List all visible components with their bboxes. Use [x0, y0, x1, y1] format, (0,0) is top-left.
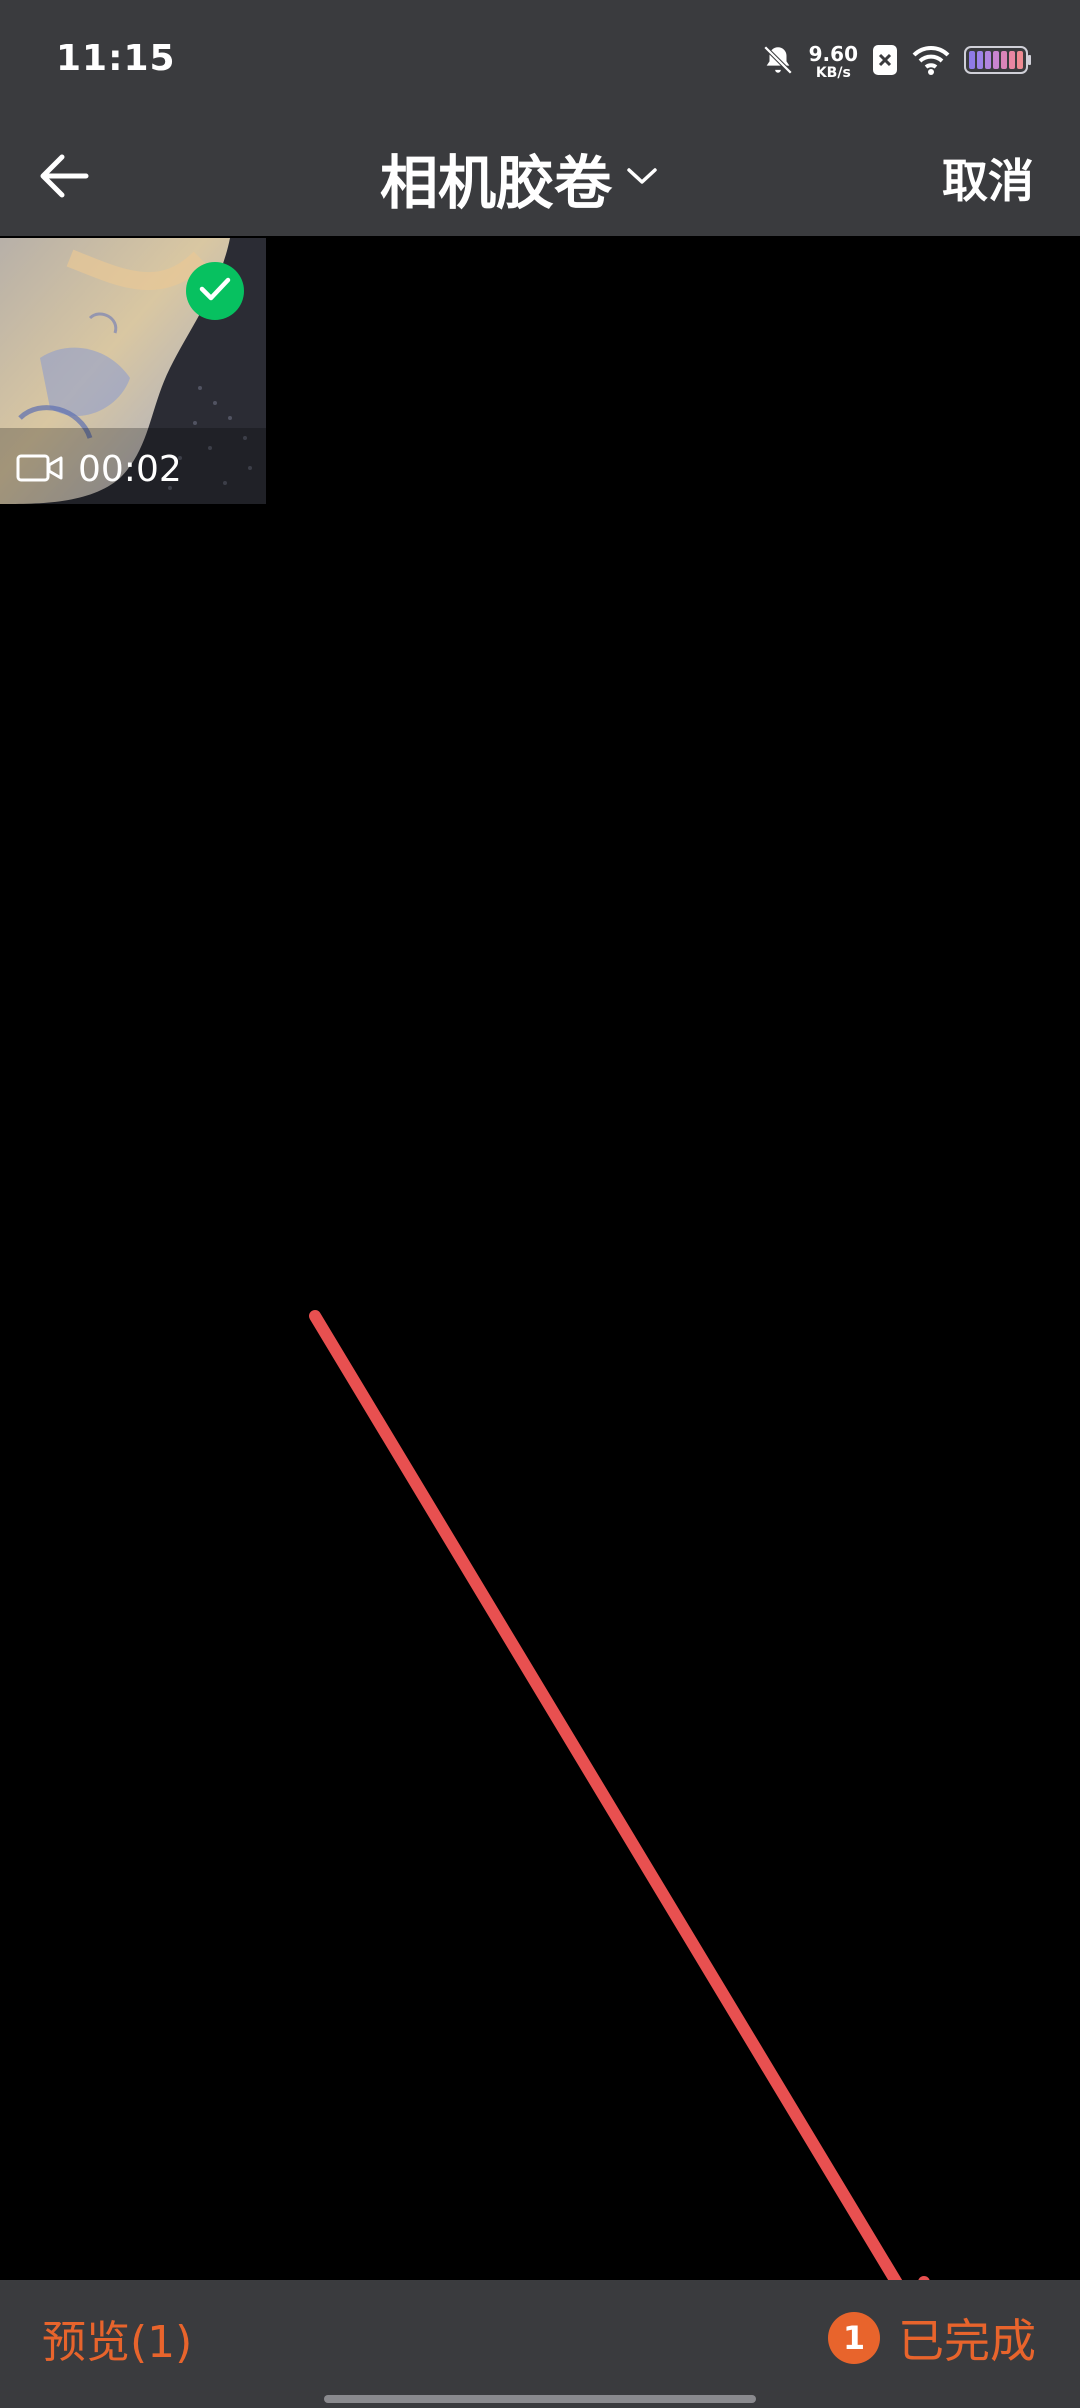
battery-icon [964, 46, 1032, 78]
title-bar: 相机胶卷 取消 [0, 120, 1080, 236]
page-title: 相机胶卷 [380, 149, 613, 217]
media-thumbnail[interactable]: 00:02 [0, 238, 266, 504]
wifi-icon [912, 45, 950, 79]
arrow-left-icon [36, 152, 92, 204]
cancel-button[interactable]: 取消 [942, 138, 1034, 218]
app-notification-icon [872, 44, 898, 80]
album-selector[interactable]: 相机胶卷 [380, 130, 658, 226]
net-speed: 9.60 KB/s [809, 44, 858, 80]
video-info: 00:02 [16, 449, 182, 490]
bottom-bar: 预览(1) 1 已完成 [0, 2280, 1080, 2408]
chevron-down-icon [626, 166, 658, 190]
selected-check-badge[interactable] [186, 262, 244, 320]
net-speed-unit: KB/s [815, 65, 851, 81]
video-duration: 00:02 [78, 449, 182, 490]
bell-muted-icon [761, 43, 795, 81]
check-icon [198, 275, 232, 307]
home-indicator[interactable] [324, 2395, 756, 2403]
done-button[interactable]: 1 已完成 [828, 2302, 1036, 2374]
status-icons: 9.60 KB/s [761, 40, 1032, 84]
video-camera-icon [16, 453, 64, 487]
selected-count-badge: 1 [828, 2312, 880, 2364]
status-time: 11:15 [56, 38, 176, 79]
screen: 11:15 9.60 KB/s 相机胶卷 取消 00:02 预览(1) 1 已完… [0, 0, 1080, 2408]
back-button[interactable] [24, 138, 104, 218]
net-speed-value: 9.60 [808, 42, 858, 66]
preview-button[interactable]: 预览(1) [42, 2302, 192, 2374]
done-label: 已完成 [898, 2314, 1036, 2368]
status-bar: 11:15 9.60 KB/s [0, 0, 1080, 120]
